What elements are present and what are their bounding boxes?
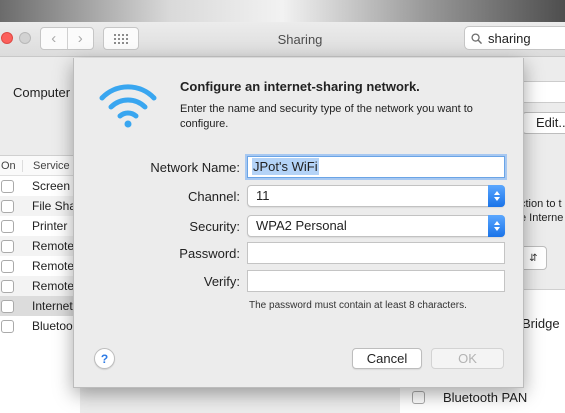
- configure-network-sheet: Configure an internet-sharing network. E…: [73, 58, 524, 388]
- service-name: Remote: [32, 259, 75, 273]
- navigation-buttons: ‹ ›: [40, 27, 94, 50]
- service-name: Remote: [32, 279, 75, 293]
- forward-button[interactable]: ›: [66, 28, 94, 49]
- edit-button[interactable]: Edit...: [522, 112, 565, 134]
- channel-select[interactable]: 11: [247, 185, 505, 207]
- service-name: Internet: [32, 299, 73, 313]
- security-row: Security: WPA2 Personal: [74, 215, 525, 239]
- list-item[interactable]: Bluetoo: [0, 316, 80, 336]
- service-name: Bluetoo: [32, 319, 73, 333]
- services-list-header: On Service: [0, 156, 80, 176]
- search-input-value: sharing: [488, 30, 531, 46]
- dialog-description: Enter the name and security type of the …: [180, 103, 473, 130]
- cancel-button[interactable]: Cancel: [352, 348, 422, 369]
- service-checkbox[interactable]: [1, 219, 14, 233]
- search-icon: [471, 32, 482, 44]
- port-label: Bluetooth PAN: [443, 389, 528, 405]
- port-checkbox[interactable]: [412, 390, 425, 404]
- wifi-icon: [99, 84, 157, 128]
- verify-password-field[interactable]: [247, 270, 505, 292]
- service-name: File Sha: [32, 199, 77, 213]
- password-label: Password:: [179, 246, 240, 261]
- window-titlebar: ‹ › Sharing sharing: [0, 22, 565, 57]
- service-checkbox[interactable]: [1, 299, 14, 313]
- window-title: Sharing: [277, 32, 323, 47]
- back-button[interactable]: ‹: [41, 28, 67, 49]
- list-item[interactable]: Remote: [0, 256, 80, 276]
- service-checkbox[interactable]: [1, 239, 14, 253]
- list-item[interactable]: Screen: [0, 176, 80, 196]
- computer-name-label: Computer: [13, 85, 71, 100]
- security-select[interactable]: WPA2 Personal: [247, 215, 505, 237]
- service-checkbox[interactable]: [1, 279, 14, 293]
- ok-button[interactable]: OK: [431, 348, 504, 369]
- help-icon: ?: [100, 351, 109, 366]
- channel-value: 11: [256, 188, 270, 203]
- password-hint: The password must contain at least 8 cha…: [249, 300, 467, 311]
- stepper-icon: ⇵: [529, 252, 538, 264]
- security-label: Security:: [189, 219, 240, 234]
- show-all-button[interactable]: [103, 27, 139, 50]
- port-label: Bridge: [522, 315, 560, 331]
- list-item[interactable]: File Sha: [0, 196, 80, 216]
- network-name-value: JPot's WiFi: [252, 158, 319, 175]
- service-checkbox[interactable]: [1, 199, 14, 213]
- verify-row: Verify:: [74, 270, 525, 294]
- service-checkbox[interactable]: [1, 179, 14, 193]
- channel-row: Channel: 11: [74, 185, 525, 209]
- list-item[interactable]: Bluetooth PAN: [400, 386, 565, 408]
- password-row: Password:: [74, 242, 525, 266]
- security-value: WPA2 Personal: [256, 218, 347, 233]
- network-name-row: Network Name: JPot's WiFi: [74, 156, 525, 180]
- chevron-left-icon: ‹: [51, 30, 57, 47]
- list-item[interactable]: Remote: [0, 276, 80, 296]
- column-header-service[interactable]: Service: [22, 159, 70, 172]
- password-field[interactable]: [247, 242, 505, 264]
- chevron-right-icon: ›: [77, 30, 83, 47]
- list-item[interactable]: Printer: [0, 216, 80, 236]
- network-name-label: Network Name:: [150, 160, 240, 175]
- service-checkbox[interactable]: [1, 319, 14, 333]
- desktop-wallpaper: [0, 0, 565, 22]
- dialog-title: Configure an internet-sharing network.: [180, 79, 420, 94]
- close-window-button[interactable]: [1, 32, 13, 44]
- list-item[interactable]: Internet: [0, 296, 80, 316]
- help-button[interactable]: ?: [94, 348, 115, 369]
- computer-name-field[interactable]: [522, 81, 565, 103]
- services-list: On Service Screen File Sha Printer Remot…: [0, 155, 80, 413]
- column-header-on[interactable]: On: [0, 160, 22, 172]
- verify-label: Verify:: [203, 274, 240, 289]
- search-field[interactable]: sharing: [464, 26, 565, 50]
- service-name: Screen: [32, 179, 71, 193]
- stepper-icon: [488, 185, 505, 207]
- channel-label: Channel:: [187, 189, 240, 204]
- share-connection-text-2: e Interne: [520, 212, 564, 224]
- share-connection-text: ction to t: [520, 198, 562, 210]
- service-name: Remote: [32, 239, 75, 253]
- service-checkbox[interactable]: [1, 259, 14, 273]
- grid-icon: [114, 33, 128, 44]
- network-name-input[interactable]: JPot's WiFi: [247, 156, 505, 178]
- minimize-window-button[interactable]: [19, 32, 31, 44]
- service-name: Printer: [32, 219, 68, 233]
- stepper-icon: [488, 215, 505, 237]
- list-item[interactable]: Remote: [0, 236, 80, 256]
